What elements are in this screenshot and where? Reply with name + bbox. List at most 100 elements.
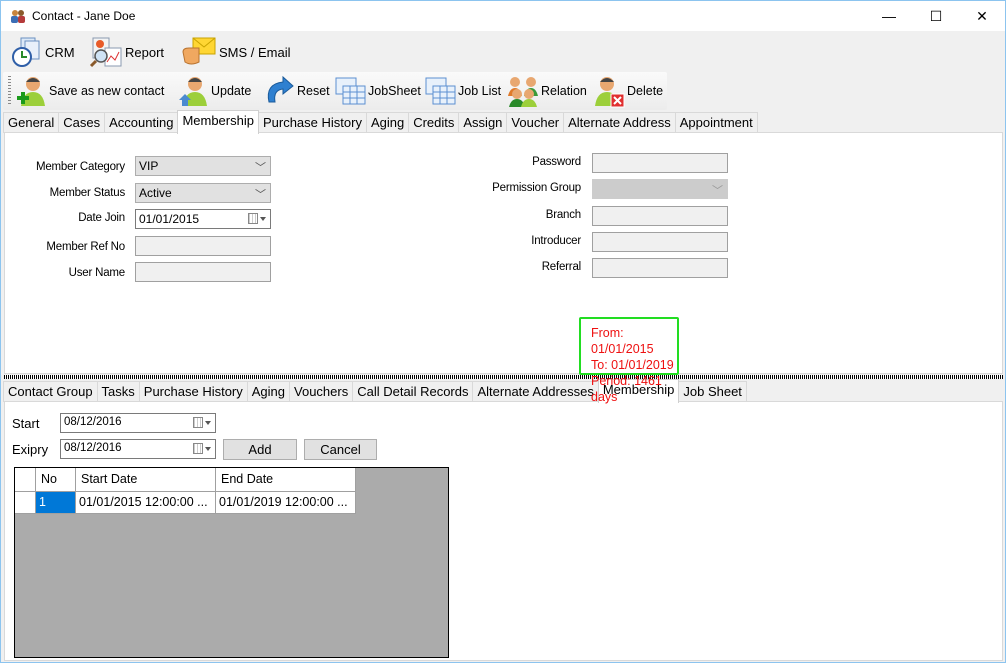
referral-label: Referral bbox=[541, 261, 582, 273]
jobsheet-button[interactable]: JobSheet bbox=[334, 74, 421, 108]
update-label: Update bbox=[211, 84, 252, 98]
tab-alternate-address[interactable]: Alternate Address bbox=[563, 112, 676, 133]
bottom-tab-purchase-history[interactable]: Purchase History bbox=[138, 381, 248, 402]
expiry-date-picker[interactable]: 08/12/2016 bbox=[60, 439, 216, 459]
reset-label: Reset bbox=[297, 84, 330, 98]
add-button[interactable]: Add bbox=[223, 439, 297, 460]
membership-form-panel: Member Category VIP ﹀ Member Status Acti… bbox=[4, 132, 1003, 374]
tab-membership[interactable]: Membership bbox=[177, 110, 259, 134]
report-icon bbox=[89, 36, 125, 68]
chevron-down-icon: ﹀ bbox=[255, 189, 266, 201]
bottom-tab-aging[interactable]: Aging bbox=[246, 381, 291, 402]
reset-button[interactable]: Reset bbox=[263, 74, 330, 108]
bottom-tab-contact-group[interactable]: Contact Group bbox=[3, 381, 98, 402]
job-list-button[interactable]: Job List bbox=[424, 74, 501, 108]
password-input[interactable] bbox=[592, 153, 728, 173]
tab-purchase-history[interactable]: Purchase History bbox=[257, 112, 367, 133]
membership-grid[interactable]: No Start Date End Date 1 01/01/2015 12:0… bbox=[14, 467, 449, 658]
update-button[interactable]: Update bbox=[177, 74, 251, 108]
title-bar: Contact - Jane Doe — ☐ ✕ bbox=[1, 1, 1005, 31]
member-status-select[interactable]: Active ﹀ bbox=[135, 183, 271, 203]
delete-user-icon bbox=[593, 74, 627, 108]
tab-appointment[interactable]: Appointment bbox=[674, 112, 758, 133]
permission-group-select[interactable]: ﹀ bbox=[592, 179, 728, 199]
period-days: Period: 1461 days bbox=[591, 374, 662, 404]
member-status-label: Member Status bbox=[49, 187, 126, 199]
start-date-value: 08/12/2016 bbox=[64, 416, 122, 428]
referral-input[interactable] bbox=[592, 258, 728, 278]
permission-group-label: Permission Group bbox=[492, 182, 581, 194]
tab-accounting[interactable]: Accounting bbox=[104, 112, 179, 133]
crm-icon bbox=[11, 36, 45, 68]
period-to: To: 01/01/2019 bbox=[591, 358, 674, 372]
contact-window: Contact - Jane Doe — ☐ ✕ CRM Report SMS … bbox=[0, 0, 1006, 663]
update-user-icon bbox=[177, 74, 211, 108]
member-category-select[interactable]: VIP ﹀ bbox=[135, 156, 271, 176]
expiry-date-value: 08/12/2016 bbox=[64, 442, 122, 454]
tab-general[interactable]: General bbox=[3, 112, 60, 133]
chevron-down-icon: ﹀ bbox=[255, 162, 266, 174]
window-title: Contact - Jane Doe bbox=[32, 9, 136, 23]
start-label: Start bbox=[12, 416, 40, 431]
tab-assign[interactable]: Assign bbox=[458, 112, 508, 133]
introducer-input[interactable] bbox=[592, 232, 728, 252]
calendar-dropdown-icon[interactable] bbox=[193, 417, 211, 429]
menu-crm[interactable]: CRM bbox=[11, 35, 75, 69]
period-from: From: 01/01/2015 bbox=[591, 326, 654, 356]
maximize-button[interactable]: ☐ bbox=[913, 1, 959, 31]
tab-voucher[interactable]: Voucher bbox=[506, 112, 565, 133]
relation-label: Relation bbox=[541, 84, 587, 98]
member-category-value: VIP bbox=[139, 159, 159, 173]
top-tab-strip: General Cases Accounting Membership Purchase… bbox=[3, 110, 758, 134]
save-as-new-contact-button[interactable]: Save as new contact bbox=[15, 74, 164, 108]
bottom-tab-job-sheet[interactable]: Job Sheet bbox=[678, 381, 747, 402]
calendar-dropdown-icon[interactable] bbox=[248, 213, 266, 225]
calendar-dropdown-icon[interactable] bbox=[193, 443, 211, 455]
close-button[interactable]: ✕ bbox=[959, 1, 1005, 31]
introducer-label: Introducer bbox=[531, 235, 581, 247]
bottom-tab-tasks[interactable]: Tasks bbox=[96, 381, 140, 402]
member-status-value: Active bbox=[139, 186, 172, 200]
relation-group-icon bbox=[505, 74, 541, 108]
minimize-button[interactable]: — bbox=[866, 1, 912, 31]
job-list-label: Job List bbox=[458, 84, 502, 98]
delete-button[interactable]: Delete bbox=[593, 74, 663, 108]
bottom-tab-alternate-addresses[interactable]: Alternate Addresses bbox=[472, 381, 599, 402]
start-date-picker[interactable]: 08/12/2016 bbox=[60, 413, 216, 433]
table-row[interactable]: 1 01/01/2015 12:00:00 ... 01/01/2019 12:… bbox=[15, 492, 356, 514]
menu-sms-email[interactable]: SMS / Email bbox=[181, 35, 291, 69]
cancel-button[interactable]: Cancel bbox=[304, 439, 377, 460]
cell-end-date[interactable]: 01/01/2019 12:00:00 ... bbox=[216, 492, 356, 514]
toolbar-grip[interactable] bbox=[8, 76, 11, 106]
bottom-tab-vouchers[interactable]: Vouchers bbox=[289, 381, 354, 402]
member-ref-no-input[interactable] bbox=[135, 236, 271, 256]
close-icon: ✕ bbox=[976, 7, 988, 24]
add-user-icon bbox=[15, 74, 49, 108]
menu-report-label: Report bbox=[125, 44, 165, 60]
bottom-tab-call-detail-records[interactable]: Call Detail Records bbox=[352, 381, 474, 402]
tab-cases[interactable]: Cases bbox=[58, 112, 106, 133]
relation-button[interactable]: Relation bbox=[505, 74, 587, 108]
tab-aging[interactable]: Aging bbox=[365, 112, 410, 133]
date-join-picker[interactable]: 01/01/2015 bbox=[135, 209, 271, 229]
member-category-label: Member Category bbox=[35, 161, 125, 173]
branch-input[interactable] bbox=[592, 206, 728, 226]
sms-email-icon bbox=[181, 36, 219, 68]
column-header-end-date[interactable]: End Date bbox=[216, 468, 356, 492]
joblist-table-icon bbox=[424, 74, 458, 108]
panel-splitter[interactable] bbox=[4, 375, 1003, 379]
user-name-input[interactable] bbox=[135, 262, 271, 282]
cell-start-date[interactable]: 01/01/2015 12:00:00 ... bbox=[76, 492, 216, 514]
toolbar: Save as new contact Update Reset JobShee… bbox=[3, 72, 667, 110]
member-ref-no-label: Member Ref No bbox=[46, 241, 125, 253]
row-header[interactable] bbox=[15, 492, 36, 514]
menu-sms-email-label: SMS / Email bbox=[219, 44, 291, 60]
menu-report[interactable]: Report bbox=[89, 35, 164, 69]
row-header-corner bbox=[15, 468, 36, 492]
menu-bar: CRM Report SMS / Email bbox=[1, 31, 1005, 71]
tab-credits[interactable]: Credits bbox=[408, 112, 460, 133]
column-header-start-date[interactable]: Start Date bbox=[76, 468, 216, 492]
cell-no[interactable]: 1 bbox=[36, 492, 76, 514]
date-join-label: Date Join bbox=[78, 212, 125, 224]
column-header-no[interactable]: No bbox=[36, 468, 76, 492]
